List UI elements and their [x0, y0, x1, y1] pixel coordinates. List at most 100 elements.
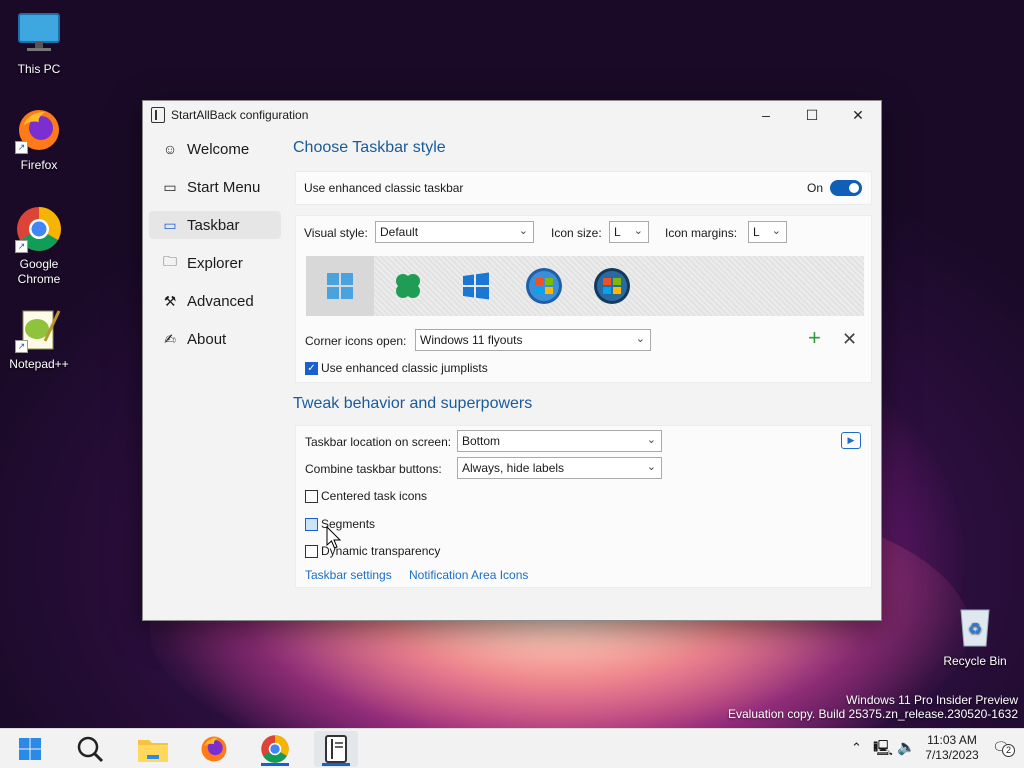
desktop-icon-this-pc[interactable]: This PC	[1, 10, 77, 77]
startallback-taskbar-button[interactable]	[314, 731, 358, 767]
add-icon[interactable]: +	[808, 327, 821, 349]
clock-time: 11:03 AM	[927, 733, 977, 747]
enhanced-taskbar-label: Use enhanced classic taskbar	[304, 181, 464, 195]
style-tile-clover[interactable]	[374, 256, 442, 316]
search-button[interactable]	[68, 731, 112, 767]
taskbar-style-picker	[306, 256, 864, 316]
file-explorer-button[interactable]	[131, 731, 175, 767]
notepadpp-icon: ↗	[15, 305, 63, 353]
windows11-style-icon	[327, 273, 353, 299]
startallback-window: StartAllBack configuration – ☐ ✕ ☺ Welcom…	[142, 100, 882, 621]
visual-style-label: Visual style:	[304, 226, 368, 240]
taskbar: ⌃ 🖳 🔈 11:03 AM 7/13/2023 🗨 2	[0, 728, 1024, 768]
title-bar[interactable]: StartAllBack configuration – ☐ ✕	[143, 101, 881, 129]
maximize-button[interactable]: ☐	[789, 101, 835, 129]
toggle-state-label: On	[807, 181, 824, 195]
close-button[interactable]: ✕	[835, 101, 881, 129]
sidebar-item-taskbar[interactable]: ▭ Taskbar	[149, 211, 281, 239]
enhanced-taskbar-toggle[interactable]	[830, 180, 862, 196]
sidebar-item-label: Start Menu	[187, 178, 261, 196]
remove-icon[interactable]: ✕	[842, 328, 857, 350]
firefox-taskbar-button[interactable]	[192, 731, 236, 767]
visual-style-value: Default	[380, 225, 419, 239]
desktop-icon-label: Recycle Bin	[943, 654, 1007, 668]
sidebar-item-start-menu[interactable]: ▭ Start Menu	[149, 173, 281, 201]
chrome-icon	[261, 735, 289, 763]
network-icon[interactable]: 🖳	[873, 738, 893, 763]
corner-icons-label: Corner icons open:	[305, 334, 407, 348]
sidebar-item-about[interactable]: ✍ About	[149, 325, 281, 353]
search-icon	[77, 736, 104, 763]
windows7-orb-icon	[526, 268, 562, 304]
start-menu-icon: ▭	[163, 178, 177, 195]
chrome-taskbar-button[interactable]	[253, 731, 297, 767]
taskbar-settings-link[interactable]: Taskbar settings	[305, 568, 392, 582]
start-icon	[19, 738, 41, 760]
jumplists-checkbox[interactable]: ✓	[305, 362, 318, 375]
corner-icons-dropdown[interactable]: Windows 11 flyouts ⌄	[415, 329, 651, 351]
notification-center-button[interactable]: 🗨 2	[992, 739, 1015, 757]
play-video-icon[interactable]: ▶	[841, 432, 861, 449]
section-title-taskbar-style: Choose Taskbar style	[293, 139, 446, 156]
windows-vista-orb-icon	[594, 268, 630, 304]
chevron-up-icon[interactable]: ⌃	[851, 740, 862, 756]
desktop-icon-recycle-bin[interactable]: ♻ Recycle Bin	[937, 602, 1013, 669]
location-value: Bottom	[462, 434, 501, 448]
style-tile-windows7[interactable]	[510, 256, 578, 316]
taskbar-icon: ▭	[163, 216, 177, 233]
combine-dropdown[interactable]: Always, hide labels ⌄	[457, 457, 662, 479]
desktop-icon-firefox[interactable]: ↗ Firefox	[1, 106, 77, 173]
chevron-down-icon: ⌄	[646, 461, 656, 473]
firefox-icon: ↗	[15, 106, 63, 154]
location-dropdown[interactable]: Bottom ⌄	[457, 430, 662, 452]
chrome-icon: ↗	[15, 205, 63, 253]
combine-label: Combine taskbar buttons:	[305, 462, 442, 476]
sidebar-item-explorer[interactable]: 🗀 Explorer	[149, 249, 281, 277]
clock[interactable]: 11:03 AM 7/13/2023	[922, 733, 982, 763]
notification-area-icons-link[interactable]: Notification Area Icons	[409, 568, 528, 582]
section-title-tweak-behavior: Tweak behavior and superpowers	[293, 395, 533, 412]
visual-style-dropdown[interactable]: Default ⌄	[375, 221, 534, 243]
chevron-down-icon: ⌄	[771, 225, 781, 237]
sidebar-item-label: Welcome	[187, 140, 250, 158]
sidebar-item-advanced[interactable]: ⚒ Advanced	[149, 287, 281, 315]
window-title: StartAllBack configuration	[171, 108, 309, 122]
build-watermark: Windows 11 Pro Insider Preview Evaluatio…	[728, 693, 1018, 721]
smiley-icon: ☺	[162, 141, 178, 157]
style-tile-vista[interactable]	[578, 256, 646, 316]
icon-size-dropdown[interactable]: L ⌄	[609, 221, 649, 243]
desktop-icon-chrome[interactable]: ↗ Google Chrome	[1, 205, 77, 287]
running-indicator	[322, 763, 350, 766]
location-label: Taskbar location on screen:	[305, 435, 452, 449]
visual-style-panel: Visual style: Default ⌄ Icon size: L ⌄ Ico…	[295, 215, 872, 383]
sidebar-item-welcome[interactable]: ☺ Welcome	[149, 135, 281, 163]
wrench-icon: ⚒	[163, 292, 177, 309]
minimize-button[interactable]: –	[743, 101, 789, 129]
sidebar-item-label: Taskbar	[187, 216, 240, 234]
signature-icon: ✍	[164, 330, 176, 347]
firefox-icon	[201, 736, 227, 762]
desktop-icon-label: Google Chrome	[17, 257, 61, 286]
jumplists-label: Use enhanced classic jumplists	[321, 361, 488, 375]
enhanced-taskbar-panel: Use enhanced classic taskbar On	[295, 171, 872, 205]
icon-margins-dropdown[interactable]: L ⌄	[748, 221, 787, 243]
dynamic-transparency-checkbox[interactable]	[305, 545, 318, 558]
desktop-icon-notepadpp[interactable]: ↗ Notepad++	[1, 305, 77, 372]
style-tile-windows10[interactable]	[442, 256, 510, 316]
centered-icons-checkbox[interactable]	[305, 490, 318, 503]
volume-icon[interactable]: 🔈	[897, 738, 916, 756]
icon-margins-label: Icon margins:	[665, 226, 738, 240]
segments-checkbox[interactable]	[305, 518, 318, 531]
startallback-icon	[151, 107, 165, 123]
startallback-icon	[325, 735, 347, 763]
clover-style-icon	[396, 274, 420, 298]
watermark-line-1: Windows 11 Pro Insider Preview	[846, 693, 1018, 707]
svg-text:♻: ♻	[968, 621, 982, 638]
chevron-down-icon: ⌄	[635, 333, 645, 345]
mouse-cursor-icon	[326, 526, 342, 549]
chevron-down-icon: ⌄	[518, 225, 528, 237]
style-tile-windows11[interactable]	[306, 256, 374, 316]
notification-count-badge: 2	[1002, 744, 1015, 757]
running-indicator	[261, 763, 289, 766]
start-button[interactable]	[8, 731, 52, 767]
